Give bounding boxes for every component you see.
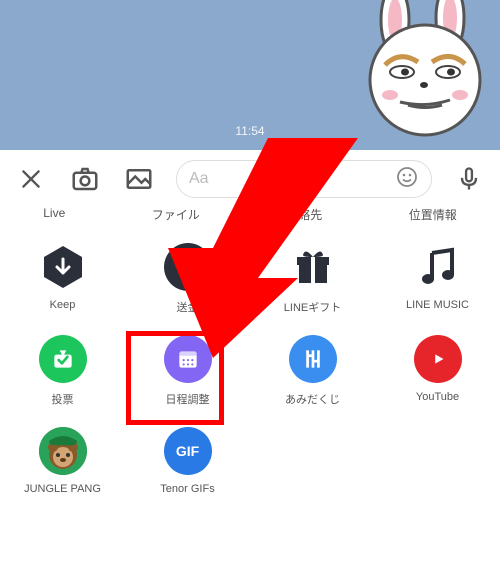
music-icon — [414, 243, 462, 291]
grid-item-schedule[interactable]: 日程調整 — [125, 335, 250, 407]
label-live: Live — [43, 206, 65, 223]
keep-icon — [39, 243, 87, 291]
close-icon[interactable] — [14, 162, 48, 196]
grid-item-junglepang[interactable]: JUNGLE PANG — [0, 427, 125, 495]
yen-icon: ¥ — [164, 243, 212, 291]
message-input[interactable]: Aa — [176, 160, 432, 198]
attachment-grid: Keep ¥ 送金 LINEギフト LINE MUSIC 投票 日程調整 あみ — [0, 229, 500, 495]
gallery-icon[interactable] — [122, 162, 156, 196]
youtube-icon — [414, 335, 462, 383]
vote-icon — [39, 335, 87, 383]
chat-background: 11:54 — [0, 0, 500, 150]
grid-item-youtube[interactable]: YouTube — [375, 335, 500, 407]
grid-item-music[interactable]: LINE MUSIC — [375, 243, 500, 315]
grid-item-tenor[interactable]: GIF Tenor GIFs — [125, 427, 250, 495]
input-placeholder: Aa — [189, 170, 395, 188]
message-time: 11:54 — [235, 124, 264, 138]
emoji-icon[interactable] — [395, 165, 419, 194]
gift-icon — [289, 243, 337, 291]
grid-item-keep[interactable]: Keep — [0, 243, 125, 315]
svg-text:¥: ¥ — [182, 256, 194, 279]
grid-item-amida[interactable]: あみだくじ — [250, 335, 375, 407]
label-location: 位置情報 — [409, 206, 457, 223]
grid-item-gift[interactable]: LINEギフト — [250, 243, 375, 315]
input-action-labels: Live ファイル 連絡先 位置情報 — [0, 204, 500, 229]
camera-icon[interactable] — [68, 162, 102, 196]
label-contact: 連絡先 — [286, 206, 322, 223]
cony-sticker — [340, 0, 490, 140]
grid-item-transfer[interactable]: ¥ 送金 — [125, 243, 250, 315]
label-file: ファイル — [152, 206, 200, 223]
calendar-icon — [164, 335, 212, 383]
junglepang-icon — [39, 427, 87, 475]
gif-icon: GIF — [164, 427, 212, 475]
microphone-icon[interactable] — [452, 162, 486, 196]
amida-icon — [289, 335, 337, 383]
chat-input-bar: Aa — [0, 150, 500, 204]
grid-item-vote[interactable]: 投票 — [0, 335, 125, 407]
